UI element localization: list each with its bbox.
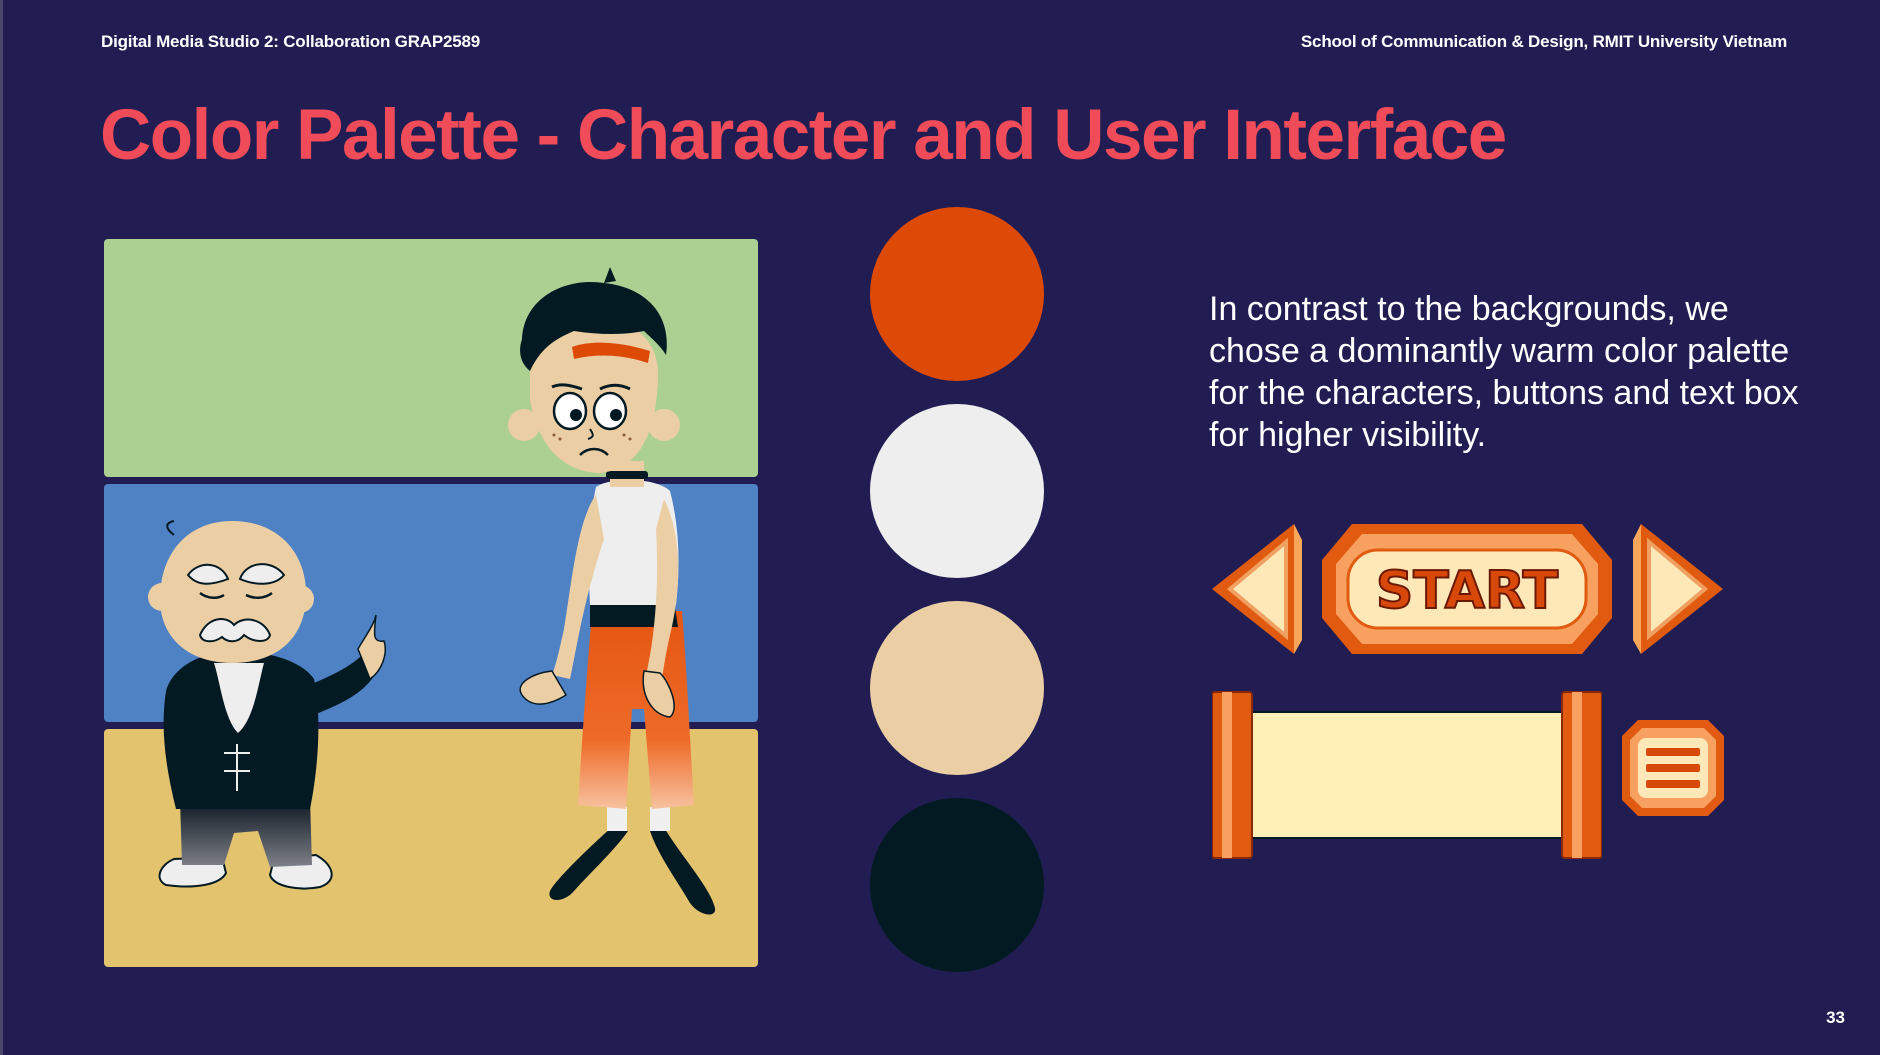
character-illustration bbox=[148, 267, 716, 915]
swatch-dark-navy bbox=[870, 798, 1044, 972]
palette-description: In contrast to the backgrounds, we chose… bbox=[1209, 290, 1799, 454]
swatch-orange bbox=[870, 207, 1044, 381]
arrow-right-icon bbox=[1633, 524, 1723, 654]
swatch-off-white bbox=[870, 404, 1044, 578]
course-label: Digital Media Studio 2: Collaboration GR… bbox=[101, 32, 481, 51]
page-number: 33 bbox=[1826, 1008, 1845, 1027]
character-panel bbox=[104, 239, 758, 967]
arrow-left-icon bbox=[1212, 524, 1302, 654]
slide-title: Color Palette - Character and User Inter… bbox=[100, 96, 1507, 175]
school-label: School of Communication & Design, RMIT U… bbox=[1300, 32, 1787, 51]
young-man-character bbox=[508, 267, 716, 915]
start-label: START bbox=[1376, 561, 1559, 621]
scroll-textbox bbox=[1212, 691, 1602, 859]
old-man-character bbox=[148, 520, 386, 890]
start-button: START bbox=[1322, 524, 1612, 654]
left-edge bbox=[0, 0, 3, 1055]
swatch-skin-beige bbox=[870, 601, 1044, 775]
menu-icon bbox=[1622, 720, 1724, 816]
